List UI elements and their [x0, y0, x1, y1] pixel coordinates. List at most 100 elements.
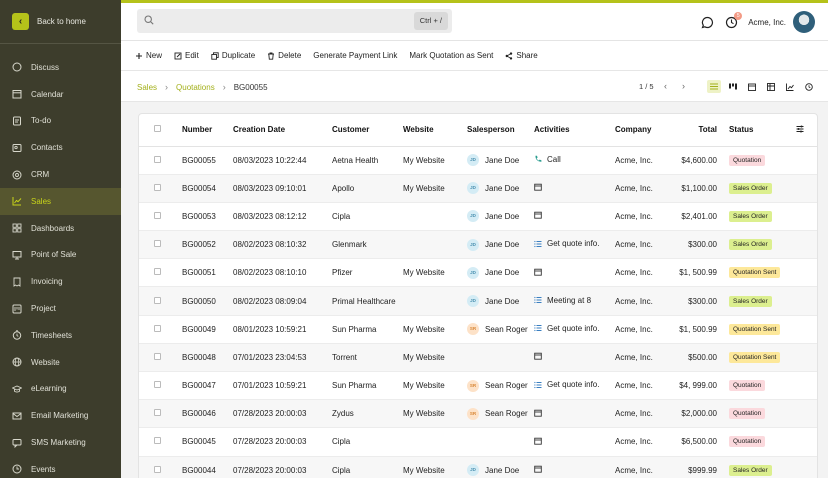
delete-button[interactable]: Delete: [267, 51, 301, 60]
sidebar-nav: Discuss Calendar To-do Contacts CRM Sales Dash…: [0, 44, 121, 478]
generate-payment-link-button[interactable]: Generate Payment Link: [313, 51, 397, 60]
new-label: New: [146, 51, 163, 60]
row-checkbox[interactable]: [154, 268, 161, 276]
sidebar-item-discuss[interactable]: Discuss: [0, 54, 121, 81]
row-checkbox[interactable]: [154, 381, 161, 389]
table-row[interactable]: BG00050 08/02/2023 08:09:04 Primal Healthc…: [139, 286, 817, 316]
salesperson-name: Sean Roger: [485, 409, 528, 419]
calendar-icon[interactable]: [534, 437, 542, 445]
calendar-view-icon[interactable]: [745, 80, 759, 93]
kanban-view-icon[interactable]: [726, 80, 740, 93]
row-checkbox[interactable]: [154, 352, 161, 360]
cell-activities[interactable]: [534, 202, 615, 232]
cell-activities[interactable]: [534, 399, 615, 429]
cell-activities[interactable]: Get quote info.: [534, 371, 615, 401]
edit-button[interactable]: Edit: [174, 51, 199, 60]
cell-company: Acme, Inc.: [615, 371, 673, 401]
sidebar-item-timesheets[interactable]: Timesheets: [0, 322, 121, 349]
cell-activities[interactable]: [534, 427, 615, 457]
company-switcher[interactable]: Acme, Inc.: [748, 18, 786, 27]
share-button[interactable]: Share: [505, 51, 538, 60]
sidebar-item-calendar[interactable]: Calendar: [0, 81, 121, 108]
column-creation-date[interactable]: Creation Date: [233, 114, 332, 147]
sidebar-item-dashboards[interactable]: Dashboards: [0, 215, 121, 242]
activity-view-icon[interactable]: [802, 80, 816, 93]
calendar-icon[interactable]: [534, 183, 542, 191]
optional-columns-icon[interactable]: [796, 114, 817, 147]
sidebar-item-invoicing[interactable]: Invoicing: [0, 268, 121, 295]
calendar-icon[interactable]: [534, 211, 542, 220]
breadcrumb-sales[interactable]: Sales: [137, 83, 157, 92]
sidebar-item-project[interactable]: Project: [0, 295, 121, 322]
cell-activities[interactable]: [534, 174, 615, 203]
cell-activities[interactable]: [534, 258, 615, 288]
cell-total: $1, 500.99: [673, 258, 729, 288]
sidebar-item-email-marketing[interactable]: Email Marketing: [0, 402, 121, 429]
calendar-icon[interactable]: [534, 352, 542, 361]
graph-view-icon[interactable]: [783, 80, 797, 93]
column-company[interactable]: Company: [615, 114, 673, 147]
table-row[interactable]: BG00046 07/28/2023 20:00:03 Zydus My Websit…: [139, 399, 817, 429]
row-checkbox[interactable]: [154, 211, 161, 219]
table-row[interactable]: BG00055 08/03/2023 10:22:44 Aetna Health My…: [139, 146, 817, 175]
row-checkbox[interactable]: [154, 437, 161, 445]
sidebar-item-point-of-sale[interactable]: Point of Sale: [0, 242, 121, 269]
sidebar-item-sms-marketing[interactable]: SMS Marketing: [0, 429, 121, 456]
user-avatar[interactable]: [793, 11, 815, 33]
column-status[interactable]: Status: [729, 114, 796, 147]
sidebar-item-contacts[interactable]: Contacts: [0, 134, 121, 161]
row-checkbox[interactable]: [154, 465, 161, 473]
pivot-view-icon[interactable]: [764, 80, 778, 93]
sidebar-item-events[interactable]: Events: [0, 456, 121, 478]
pager-prev-icon[interactable]: ‹: [664, 81, 667, 91]
table-row[interactable]: BG00044 07/28/2023 20:00:03 Cipla My Websit…: [139, 456, 817, 478]
select-all-checkbox[interactable]: [154, 125, 161, 133]
cell-activities[interactable]: Meeting at 8: [534, 286, 615, 316]
row-checkbox[interactable]: [154, 296, 161, 304]
cell-activities[interactable]: Get quote info.: [534, 315, 615, 344]
cell-activities[interactable]: [534, 456, 615, 478]
sidebar-item-sales[interactable]: Sales: [0, 187, 121, 215]
column-salesperson[interactable]: Salesperson: [467, 114, 534, 147]
sidebar-item-crm[interactable]: CRM: [0, 161, 121, 188]
column-website[interactable]: Website: [403, 114, 467, 147]
table-row[interactable]: BG00047 07/01/2023 10:59:21 Sun Pharma My W…: [139, 371, 817, 401]
status-badge: Quotation Sent: [729, 351, 781, 363]
table-row[interactable]: BG00052 08/02/2023 08:10:32 Glenmark JD Jane…: [139, 230, 817, 260]
pager-next-icon[interactable]: ›: [682, 81, 685, 91]
sidebar-item-elearning[interactable]: eLearning: [0, 376, 121, 403]
row-checkbox[interactable]: [154, 324, 161, 332]
column-total[interactable]: Total: [673, 114, 729, 147]
back-to-home-button[interactable]: ‹ Back to home: [0, 0, 121, 44]
cell-activities[interactable]: Get quote info.: [534, 230, 615, 260]
list-view-icon[interactable]: [707, 80, 721, 93]
cell-activities[interactable]: Call: [534, 146, 615, 175]
table-row[interactable]: BG00051 08/02/2023 08:10:10 Pfizer My Websi…: [139, 258, 817, 288]
calendar-icon[interactable]: [534, 409, 542, 417]
cell-activities[interactable]: [534, 343, 615, 373]
edit-icon: [174, 52, 182, 60]
column-customer[interactable]: Customer: [332, 114, 403, 147]
column-activities[interactable]: Activities: [534, 114, 615, 147]
table-row[interactable]: BG00045 07/28/2023 20:00:03 Cipla Acme, Inc…: [139, 427, 817, 457]
row-checkbox[interactable]: [154, 409, 161, 417]
calendar-icon[interactable]: [534, 268, 542, 276]
table-row[interactable]: BG00053 08/03/2023 08:12:12 Cipla JD Jane Do…: [139, 202, 817, 232]
table-row[interactable]: BG00049 08/01/2023 10:59:21 Sun Pharma My W…: [139, 315, 817, 344]
calendar-icon[interactable]: [534, 465, 542, 473]
row-checkbox[interactable]: [154, 155, 161, 163]
duplicate-button[interactable]: Duplicate: [211, 51, 255, 60]
table-row[interactable]: BG00054 08/03/2023 09:10:01 Apollo My Websi…: [139, 174, 817, 203]
column-number[interactable]: Number: [182, 114, 233, 147]
activity-clock-icon[interactable]: 5: [724, 12, 743, 29]
search-input[interactable]: Ctrl + /: [137, 9, 452, 33]
row-checkbox[interactable]: [154, 183, 161, 191]
row-checkbox[interactable]: [154, 240, 161, 248]
chat-icon[interactable]: [700, 15, 714, 29]
breadcrumb-quotations[interactable]: Quotations: [176, 83, 215, 92]
new-button[interactable]: New: [135, 51, 162, 60]
sidebar-item-website[interactable]: Website: [0, 349, 121, 376]
mark-quotation-sent-button[interactable]: Mark Quotation as Sent: [409, 51, 493, 60]
table-row[interactable]: BG00048 07/01/2023 23:04:53 Torrent My Webs…: [139, 343, 817, 373]
sidebar-item-to-do[interactable]: To-do: [0, 108, 121, 135]
